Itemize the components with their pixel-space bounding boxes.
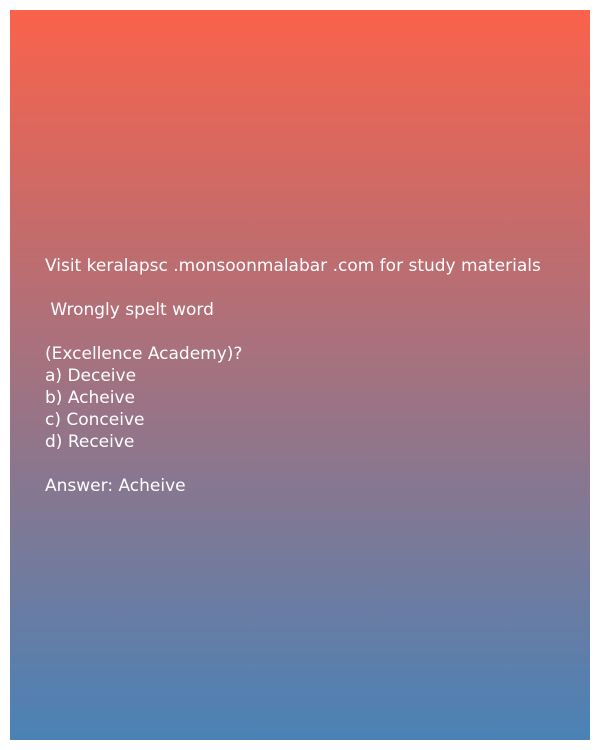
- option-b: b) Acheive: [45, 388, 135, 408]
- question-source: (Excellence Academy)?: [45, 344, 243, 364]
- quiz-card: Visit keralapsc .monsoonmalabar .com for…: [10, 10, 590, 740]
- question-text: Wrongly spelt word: [45, 300, 214, 320]
- answer-text: Answer: Acheive: [45, 476, 186, 496]
- option-d: d) Receive: [45, 432, 135, 452]
- quiz-content: Visit keralapsc .monsoonmalabar .com for…: [45, 255, 570, 497]
- option-c: c) Conceive: [45, 410, 145, 430]
- option-a: a) Deceive: [45, 366, 137, 386]
- source-note: Visit keralapsc .monsoonmalabar .com for…: [45, 256, 541, 276]
